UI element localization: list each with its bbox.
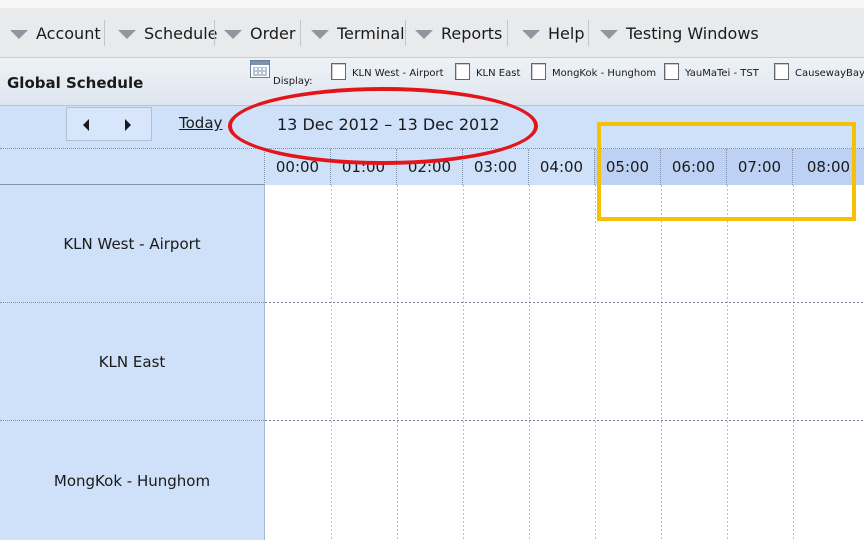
display-option-label: YauMaTei - TST: [685, 68, 759, 79]
calendar-grid-icon: [250, 60, 270, 78]
checkbox[interactable]: [331, 63, 346, 80]
menu-divider: [300, 20, 301, 46]
grid-line: [793, 185, 794, 540]
menu-divider: [214, 20, 215, 46]
grid-line: [727, 185, 728, 540]
chevron-left-icon: [83, 119, 89, 131]
menu-reports[interactable]: Reports: [415, 22, 502, 44]
menu-help[interactable]: Help: [522, 22, 584, 44]
display-label: Display:: [273, 76, 313, 87]
menu-bar: Account Schedule Order Terminal Reports …: [0, 0, 864, 58]
display-option-kln-east[interactable]: KLN East: [455, 63, 520, 80]
triangle-down-icon: [600, 29, 618, 39]
chevron-right-icon: [125, 119, 131, 131]
page-title: Global Schedule: [7, 74, 144, 92]
grid-line: [331, 185, 332, 540]
menu-terminal[interactable]: Terminal: [311, 22, 405, 44]
next-button[interactable]: [113, 110, 143, 140]
menu-order-label: Order: [250, 23, 296, 43]
triangle-down-icon: [522, 29, 540, 39]
grid-line: [529, 185, 530, 540]
display-option-label: CausewayBay: [795, 68, 864, 79]
grid-line: [463, 185, 464, 540]
resource-row-label: KLN East: [0, 303, 264, 421]
menu-terminal-label: Terminal: [337, 23, 405, 43]
checkbox[interactable]: [774, 63, 789, 80]
resource-row-label: KLN West - Airport: [0, 185, 264, 303]
triangle-down-icon: [311, 29, 329, 39]
grid-line: [595, 185, 596, 540]
grid-line: [265, 420, 864, 421]
menu-divider: [507, 20, 508, 46]
display-option-label: KLN West - Airport: [352, 68, 444, 79]
menu-divider: [405, 20, 406, 46]
triangle-down-icon: [224, 29, 242, 39]
menu-order[interactable]: Order: [224, 22, 295, 44]
display-option-label: KLN East: [476, 68, 521, 79]
annotation-circle: [228, 87, 538, 165]
menu-account[interactable]: Account: [10, 22, 101, 44]
resource-row-label: MongKok - Hunghom: [0, 421, 264, 540]
menu-schedule-label: Schedule: [144, 23, 218, 43]
menu-divider: [104, 20, 105, 46]
triangle-down-icon: [415, 29, 433, 39]
menu-reports-label: Reports: [441, 23, 503, 43]
schedule-grid[interactable]: [264, 185, 864, 540]
grid-line: [265, 302, 864, 303]
today-link[interactable]: Today: [179, 114, 222, 132]
display-option-kln-west-airport[interactable]: KLN West - Airport: [331, 63, 444, 80]
menu-testing-windows-label: Testing Windows: [626, 23, 759, 43]
display-option-mongkok-hunghom[interactable]: MongKok - Hunghom: [531, 63, 656, 80]
display-option-label: MongKok - Hunghom: [552, 68, 657, 79]
display-option-causewaybay[interactable]: CausewayBay: [774, 63, 864, 80]
header-corner: [0, 148, 264, 185]
triangle-down-icon: [10, 29, 28, 39]
grid-line: [397, 185, 398, 540]
menu-schedule[interactable]: Schedule: [118, 22, 218, 44]
menu-help-label: Help: [548, 23, 585, 43]
checkbox[interactable]: [664, 63, 679, 80]
annotation-box: [597, 122, 856, 221]
display-option-yaumatei-tst[interactable]: YauMaTei - TST: [664, 63, 759, 80]
time-slot-header: 04:00: [528, 149, 594, 185]
menu-divider: [588, 20, 589, 46]
menu-account-label: Account: [36, 23, 101, 43]
previous-button[interactable]: [71, 110, 101, 140]
triangle-down-icon: [118, 29, 136, 39]
grid-line: [661, 185, 662, 540]
checkbox[interactable]: [455, 63, 470, 80]
menu-testing-windows[interactable]: Testing Windows: [600, 22, 759, 44]
checkbox[interactable]: [531, 63, 546, 80]
